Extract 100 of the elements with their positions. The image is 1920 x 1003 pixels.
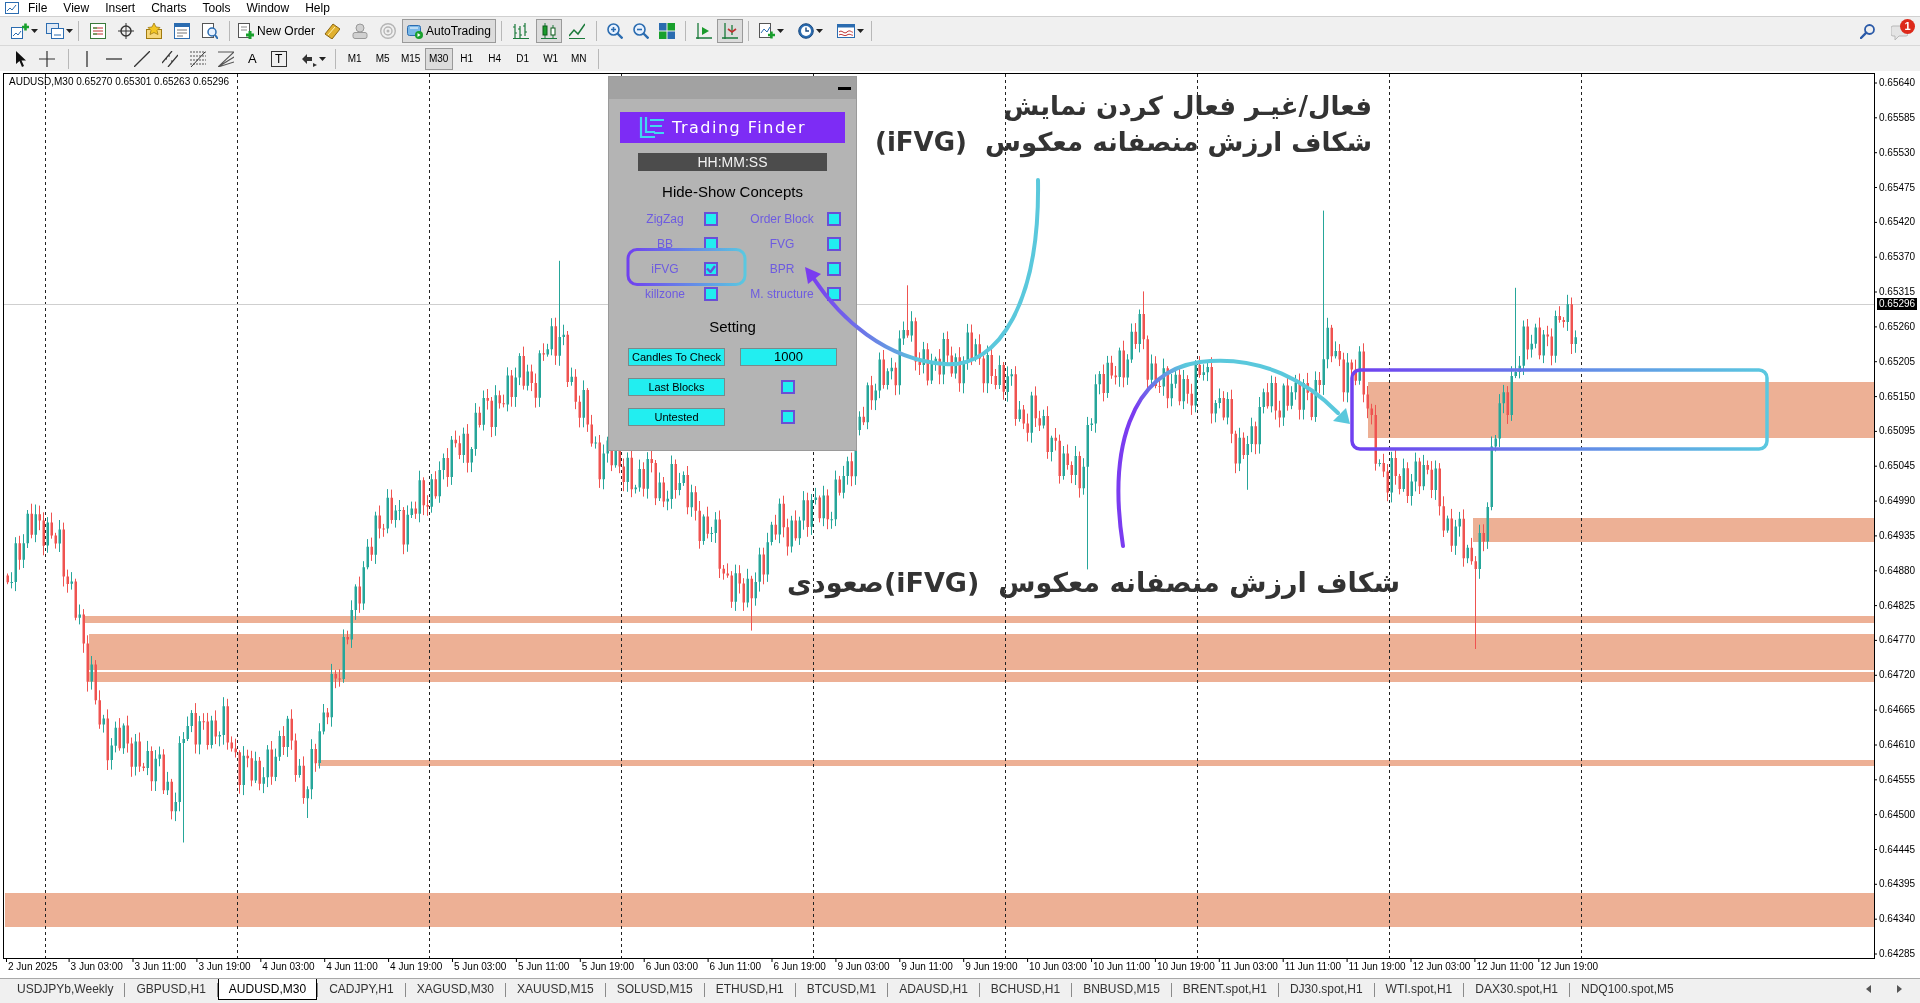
price-label: 0.65640 bbox=[1879, 77, 1916, 89]
text-label-tool[interactable]: T bbox=[270, 50, 287, 67]
scroll-left-icon[interactable] bbox=[1866, 985, 1871, 993]
check-icon bbox=[706, 264, 716, 273]
price-label: 0.64825 bbox=[1879, 599, 1916, 612]
chart-tab[interactable]: XAUUSD,M15 bbox=[506, 979, 605, 1000]
chart-tab[interactable]: AUDUSD,M30 bbox=[217, 979, 318, 1000]
menu-item[interactable]: Tools bbox=[194, 1, 239, 16]
setting-button[interactable]: Last Blocks bbox=[628, 378, 725, 396]
toolbar-button[interactable] bbox=[716, 19, 743, 43]
chart-tab[interactable]: DAX30.spot,H1 bbox=[1464, 979, 1569, 1000]
new-order-button[interactable]: New Order bbox=[235, 19, 318, 43]
magnifier-document-icon[interactable] bbox=[202, 23, 218, 39]
menu-item[interactable]: Charts bbox=[143, 1, 195, 16]
time-label: 5 Jun 19:00 bbox=[581, 961, 635, 973]
setting-button[interactable]: Candles To Check bbox=[628, 348, 725, 366]
checkbox[interactable] bbox=[827, 286, 841, 301]
time-label: 12 Jun 11:00 bbox=[1476, 961, 1534, 973]
checkbox[interactable] bbox=[827, 211, 841, 226]
timeframe-button[interactable]: M5 bbox=[368, 47, 397, 70]
trend-line-icon[interactable] bbox=[134, 50, 150, 67]
caret-icon[interactable] bbox=[318, 56, 326, 61]
price-label: 0.64720 bbox=[1879, 669, 1916, 682]
chart-tab[interactable]: BNBUSD,M15 bbox=[1072, 979, 1171, 1000]
chart-tab[interactable]: BCHUSD,H1 bbox=[979, 979, 1072, 1000]
chart-tab[interactable]: XAGUSD,M30 bbox=[405, 979, 506, 1000]
clock-icon[interactable] bbox=[797, 23, 814, 39]
scroll-right-icon[interactable] bbox=[1897, 985, 1902, 993]
zoom-in-icon[interactable] bbox=[606, 23, 623, 39]
caret-icon[interactable] bbox=[856, 29, 864, 33]
play-badge-icon bbox=[407, 23, 423, 39]
timeframe-button[interactable]: H1 bbox=[452, 47, 481, 70]
value-field[interactable]: 1000 bbox=[740, 348, 837, 366]
list-icon[interactable] bbox=[90, 23, 106, 39]
checkbox[interactable] bbox=[704, 286, 718, 301]
caret-icon[interactable] bbox=[66, 29, 73, 33]
price-label: 0.65095 bbox=[1879, 425, 1916, 438]
concept-label: FVG bbox=[768, 237, 796, 250]
checkbox[interactable] bbox=[781, 410, 795, 424]
ingot-icon[interactable] bbox=[324, 23, 340, 39]
parallel-lines-icon[interactable] bbox=[162, 50, 178, 67]
windows-icon[interactable] bbox=[46, 23, 64, 39]
timeframe-button[interactable]: W1 bbox=[536, 47, 565, 70]
person-icon[interactable] bbox=[352, 23, 368, 39]
crosshair-icon[interactable] bbox=[118, 23, 134, 39]
timeframe-button[interactable]: H4 bbox=[480, 47, 509, 70]
window-waves-icon[interactable] bbox=[836, 24, 855, 38]
auto-trading-button[interactable]: AutoTrading bbox=[402, 19, 496, 43]
checkbox[interactable] bbox=[827, 261, 841, 276]
price-label: 0.65205 bbox=[1879, 355, 1916, 368]
chart-tab[interactable]: ETHUSD,H1 bbox=[704, 979, 795, 1000]
chart-tab[interactable]: USDJPYb,Weekly bbox=[6, 979, 125, 1000]
setting-button[interactable]: Untested bbox=[628, 408, 725, 426]
time-label: 10 Jun 11:00 bbox=[1093, 961, 1151, 973]
minimize-icon[interactable] bbox=[838, 86, 851, 90]
toolbar-button[interactable] bbox=[535, 19, 562, 43]
chart-tab[interactable]: CADJPY,H1 bbox=[318, 979, 405, 1000]
concept-label: iFVG bbox=[650, 262, 680, 275]
star-folder-icon[interactable] bbox=[146, 23, 162, 39]
chart-tab[interactable]: DJ30.spot,H1 bbox=[1278, 979, 1374, 1000]
chart-plus-icon[interactable] bbox=[11, 23, 29, 39]
timeframe-button[interactable]: M1 bbox=[340, 47, 369, 70]
dotted-levels-icon[interactable] bbox=[190, 50, 206, 67]
text-tool[interactable]: A bbox=[246, 50, 259, 67]
price-label: 0.65370 bbox=[1879, 251, 1916, 264]
chart-tab[interactable]: GBPUSD,H1 bbox=[125, 979, 217, 1000]
four-squares-icon[interactable] bbox=[658, 23, 675, 39]
chart-tab[interactable]: ADAUSD,H1 bbox=[888, 979, 979, 1000]
time-label: 10 Jun 03:00 bbox=[1029, 961, 1087, 973]
menu-item[interactable]: Help bbox=[297, 1, 338, 16]
chart-tab[interactable]: BRENT.spot,H1 bbox=[1171, 979, 1278, 1000]
caret-icon[interactable] bbox=[31, 29, 38, 33]
timeframe-button[interactable]: M15 bbox=[396, 47, 425, 70]
axis-triangle-icon[interactable] bbox=[695, 23, 712, 39]
menu-item[interactable]: Insert bbox=[97, 1, 144, 16]
menu-item[interactable]: File bbox=[20, 1, 56, 16]
chart-tab[interactable]: SOLUSD,M15 bbox=[605, 979, 704, 1000]
time-label: 3 Jun 19:00 bbox=[198, 961, 251, 973]
cursor-icon[interactable] bbox=[15, 50, 26, 67]
chart-tab[interactable]: BTCUSD,M1 bbox=[795, 979, 888, 1000]
checkbox[interactable] bbox=[704, 261, 718, 276]
current-price-label: 0.65296 bbox=[1877, 298, 1918, 310]
search-icon[interactable] bbox=[1860, 23, 1875, 39]
document-chart-plus-icon[interactable] bbox=[758, 23, 775, 39]
zoom-out-icon[interactable] bbox=[632, 23, 649, 39]
window-icon[interactable] bbox=[174, 23, 190, 39]
caret-icon[interactable] bbox=[776, 29, 784, 33]
vertical-line-icon[interactable] bbox=[84, 50, 90, 67]
fan-icon[interactable] bbox=[218, 50, 234, 67]
menu-item[interactable]: View bbox=[55, 1, 98, 16]
timeframe-button[interactable]: MN bbox=[564, 47, 593, 70]
caret-icon[interactable] bbox=[815, 29, 823, 33]
chart-tab[interactable]: WTI.spot,H1 bbox=[1374, 979, 1464, 1000]
checkbox[interactable] bbox=[781, 380, 795, 394]
checkbox[interactable] bbox=[704, 211, 718, 226]
menu-item[interactable]: Window bbox=[238, 1, 298, 16]
timeframe-button[interactable]: M30 bbox=[424, 47, 453, 70]
timeframe-button[interactable]: D1 bbox=[508, 47, 537, 70]
chart-tab[interactable]: NDQ100.spot,M5 bbox=[1570, 979, 1685, 1000]
checkbox[interactable] bbox=[827, 236, 841, 251]
